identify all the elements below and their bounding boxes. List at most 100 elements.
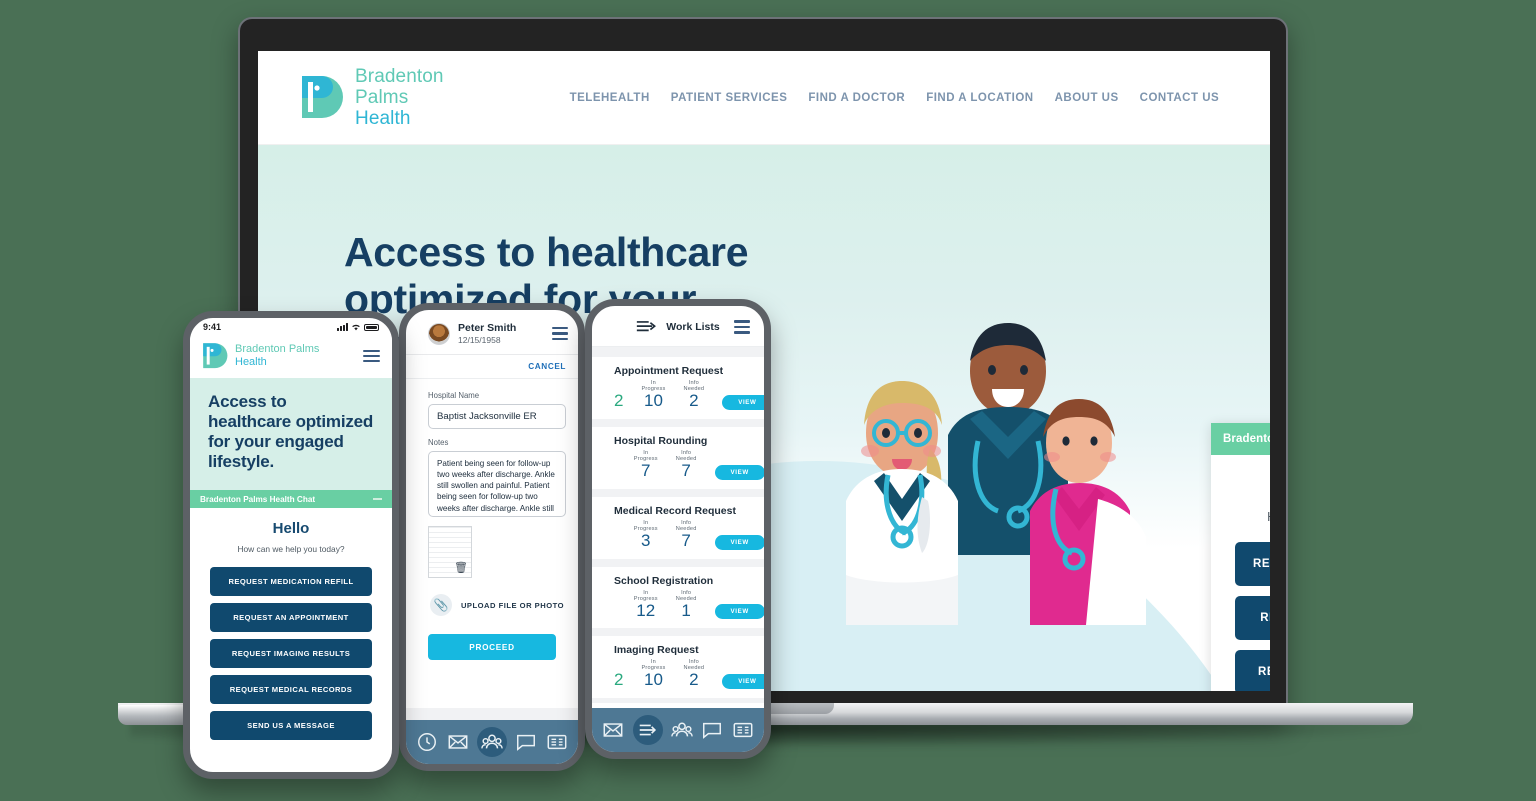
in-progress-value: 10 [644,670,663,690]
view-button[interactable]: VIEW [714,534,764,550]
work-list-name: Imaging Request [614,644,699,657]
nav-item-contact-us[interactable]: CONTACT US [1140,92,1220,104]
info-needed-value: 7 [681,530,691,550]
chat-subtitle: How can we help you today? [1235,510,1270,524]
chat-widget-title: Bradenton Palms Health Chat [1223,433,1270,445]
mobile-chat-button-send-message[interactable]: SEND US A MESSAGE [210,711,372,741]
in-progress-value: 12 [636,600,656,620]
nav-item-about-us[interactable]: ABOUT US [1055,92,1119,104]
work-list-name: School Registration [614,574,714,587]
view-button[interactable]: VIEW [714,604,764,620]
patient-form: Hospital Name Baptist Jacksonville ER No… [406,379,578,708]
screenshot-stage: Bradenton Palms Health TELEHEALTH PATIEN… [0,0,1536,801]
work-list-in-progress-stat: In Progress 10 [641,380,665,410]
nav-item-find-a-location[interactable]: FIND A LOCATION [926,92,1033,104]
minimize-icon[interactable] [373,498,382,501]
work-list-row[interactable]: Hospital Rounding In Progress 7 Info Nee… [592,426,764,489]
envelope-icon[interactable] [447,731,469,753]
mobile-chat-button-medical-records[interactable]: REQUEST MEDICAL RECORDS [210,675,372,705]
mobile-chat-action-list: REQUEST MEDICATION REFILL REQUEST AN APP… [210,567,372,741]
work-list-new-stat: 2 [614,386,623,410]
patient-identity: Peter Smith 12/15/1958 [458,322,516,345]
mobile-chat-title: Bradenton Palms Health Chat [200,494,316,504]
view-button[interactable]: VIEW [722,674,764,690]
chat-action-list: REQUEST MEDICATION REFILL REQUEST AN APP… [1235,542,1270,691]
notes-textarea[interactable]: Patient being seen for follow-up two wee… [428,451,566,517]
worklist-arrow-icon[interactable] [632,715,663,745]
view-button[interactable]: VIEW [722,394,764,410]
proceed-button[interactable]: PROCEED [428,634,556,660]
in-progress-label: In Progress [633,589,658,602]
chat-bubble-icon[interactable] [515,731,537,753]
work-list-row[interactable]: Appointment Request 2 In Progress 10 Inf… [592,357,764,419]
work-list-row[interactable]: School Registration In Progress 12 Info … [592,566,764,629]
chat-bubble-icon[interactable] [701,719,723,741]
chat-button-appointment[interactable]: REQUEST AN APPOINTMENT [1235,596,1270,640]
upload-label: UPLOAD FILE OR PHOTO [460,600,565,610]
nav-item-patient-services[interactable]: PATIENT SERVICES [671,92,788,104]
mobile-chat-button-appointment[interactable]: REQUEST AN APPOINTMENT [210,603,372,633]
hospital-name-input[interactable]: Baptist Jacksonville ER [428,404,566,429]
info-needed-value: 2 [689,670,699,690]
hamburger-menu-icon[interactable] [363,350,380,362]
patient-name: Peter Smith [458,322,517,334]
in-progress-label: In Progress [633,519,658,532]
view-button[interactable]: VIEW [714,464,764,480]
work-lists-title: Work Lists [666,321,720,333]
work-list-row[interactable]: Medical Record Request In Progress 3 Inf… [592,496,764,559]
logo-mark-icon [302,75,343,118]
mobile-chat-body: Hello How can we help you today? REQUEST… [190,508,392,741]
nav-item-find-a-doctor[interactable]: FIND A DOCTOR [808,92,905,104]
list-card-icon[interactable] [732,719,754,741]
hamburger-menu-icon[interactable] [734,320,750,334]
work-list-name: Medical Record Request [614,504,736,517]
form-toolbar: CANCEL [406,355,578,379]
upload-row[interactable]: 📎 UPLOAD FILE OR PHOTO [428,594,566,616]
in-progress-value: 3 [641,530,651,550]
nav-item-telehealth[interactable]: TELEHEALTH [570,92,650,104]
work-list-info-needed-stat: Info Needed 7 [676,450,697,480]
site-logo[interactable]: Bradenton Palms Health [300,66,444,130]
work-lists-header: Work Lists [592,306,764,347]
trash-icon[interactable]: 🗑 [454,561,468,574]
group-icon[interactable] [476,727,507,757]
work-list-in-progress-stat: In Progress 7 [634,450,658,480]
chat-button-imaging-results[interactable]: REQUEST IMAGING RESULTS [1235,650,1270,691]
work-lists-scroll[interactable]: Appointment Request 2 In Progress 10 Inf… [592,347,764,703]
info-needed-value: 7 [681,460,691,480]
cancel-button[interactable]: CANCEL [528,362,566,371]
patient-avatar [428,322,450,345]
chat-greeting: Hello [1235,473,1270,500]
work-list-in-progress-stat: In Progress 3 [634,520,658,550]
info-needed-value: 2 [689,391,699,410]
envelope-icon[interactable] [602,719,624,741]
group-icon[interactable] [671,719,693,741]
list-card-icon[interactable] [546,731,568,753]
patient-dob: 12/15/1958 [458,335,501,345]
work-list-row[interactable]: Imaging Request 2 In Progress 10 Info Ne… [592,636,764,699]
phone-patient-form: Peter Smith 12/15/1958 CANCEL Hospital N… [399,303,585,771]
mobile-chat-button-imaging-results[interactable]: REQUEST IMAGING RESULTS [210,639,372,669]
hamburger-menu-icon[interactable] [552,326,568,341]
burger-line [552,326,568,330]
logo-mark-icon [203,343,228,369]
clock-icon[interactable] [416,731,438,753]
phone-work-lists: Work Lists Appointment Request 2 In Prog… [585,299,771,759]
logo-line-1: Bradenton Palms [355,65,444,108]
paperclip-icon: 📎 [429,594,452,616]
mobile-chat-button-medication-refill[interactable]: REQUEST MEDICATION REFILL [210,567,372,597]
mobile-hero-headline: Access to healthcare optimized for your … [208,392,374,472]
chat-button-medication-refill[interactable]: REQUEST MEDICATION REFILL [1235,542,1270,586]
work-list-name: Appointment Request [614,365,724,377]
mobile-chat-greeting: Hello [272,520,310,538]
work-list-in-progress-stat: In Progress 10 [641,659,665,689]
mobile-hero: Access to healthcare optimized for your … [190,378,392,491]
work-list-info-needed-stat: Info Needed 2 [683,380,704,410]
phone-mobile-chat: 9:41 Bradenton Palms Health Access to he… [183,311,399,779]
notes-label: Notes [428,438,449,447]
work-list-new-stat [614,613,616,619]
logo-line-1: Bradenton Palms [235,343,320,356]
logo-line-2: Health [355,108,411,130]
document-thumbnail[interactable]: 🗑 [428,526,472,578]
burger-line [363,355,380,357]
